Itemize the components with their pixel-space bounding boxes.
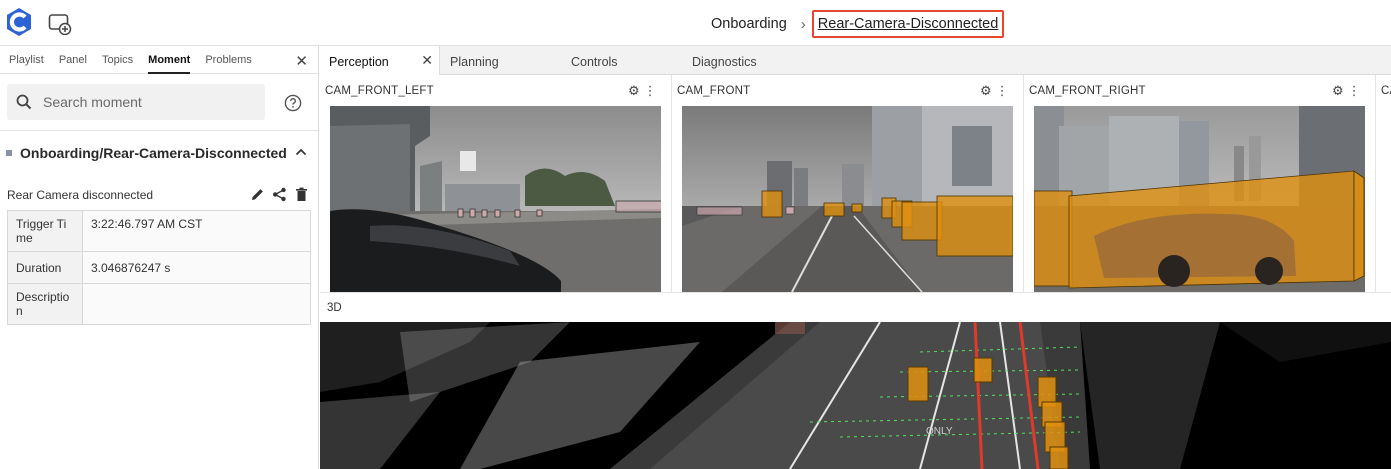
- divider: [0, 130, 318, 131]
- camera-title: CAM_FRONT_LEFT: [325, 85, 434, 97]
- sidebar-tabs: Playlist Panel Topics Moment Problems ✕: [0, 46, 318, 74]
- breadcrumb-onboarding[interactable]: Onboarding: [711, 16, 787, 32]
- camera-panel-truncated: CA: [1376, 75, 1391, 292]
- workspace-tabs: Perception ✕ Planning Controls Diagnosti…: [320, 46, 1391, 75]
- search-icon: [16, 94, 32, 110]
- breadcrumb-separator: ›: [800, 15, 806, 33]
- close-icon[interactable]: ✕: [295, 52, 308, 70]
- app-window: Onboarding › Rear-Camera-Disconnected Pl…: [0, 0, 1391, 469]
- camera-image[interactable]: [1034, 106, 1365, 292]
- breadcrumb-current[interactable]: Rear-Camera-Disconnected: [811, 10, 1005, 38]
- tab-moment[interactable]: Moment: [148, 46, 191, 74]
- chevron-up-icon[interactable]: [295, 147, 307, 157]
- tab-perception[interactable]: Perception ✕: [320, 46, 440, 75]
- moment-name: Rear Camera disconnected: [7, 188, 154, 202]
- tab-playlist[interactable]: Playlist: [9, 46, 44, 73]
- camera-title: CA: [1381, 85, 1391, 97]
- camera-panel-front-right: CAM_FRONT_RIGHT ⚙ ⋮: [1024, 75, 1376, 292]
- edit-icon[interactable]: [250, 187, 265, 202]
- breadcrumb: Onboarding › Rear-Camera-Disconnected: [711, 10, 1005, 38]
- camera-image[interactable]: [682, 106, 1013, 292]
- moment-sidebar: Playlist Panel Topics Moment Problems ✕ …: [0, 46, 319, 469]
- camera-toolbar: ⚙ ⋮: [628, 83, 657, 99]
- workspace: Perception ✕ Planning Controls Diagnosti…: [320, 46, 1391, 469]
- search-box: [7, 84, 265, 120]
- top-bar: Onboarding › Rear-Camera-Disconnected: [0, 0, 1391, 46]
- tab-problems[interactable]: Problems: [205, 46, 251, 73]
- tab-label: Controls: [571, 55, 618, 69]
- group-color-dot: [6, 150, 12, 156]
- tab-label: Diagnostics: [692, 55, 757, 69]
- more-vert-icon[interactable]: ⋮: [644, 83, 657, 99]
- pane-3d-title: 3D: [327, 302, 342, 314]
- moment-properties-table: Trigger Ti me 3:22:46.797 AM CST Duratio…: [7, 210, 311, 325]
- gear-icon[interactable]: ⚙: [1332, 83, 1344, 99]
- moment-actions: [250, 187, 309, 202]
- table-row: Descriptio n: [7, 283, 311, 325]
- road-marking-text: ONLY: [926, 426, 953, 437]
- more-vert-icon[interactable]: ⋮: [996, 83, 1009, 99]
- camera-toolbar: ⚙ ⋮: [980, 83, 1009, 99]
- pane-3d-view[interactable]: ONLY: [320, 322, 1391, 469]
- property-key: Trigger Ti me: [7, 210, 83, 252]
- camera-toolbar: ⚙ ⋮: [1332, 83, 1361, 99]
- tab-label: Planning: [450, 55, 499, 69]
- new-window-icon[interactable]: [48, 13, 72, 35]
- tab-panel[interactable]: Panel: [59, 46, 87, 73]
- tab-diagnostics[interactable]: Diagnostics: [692, 46, 757, 75]
- property-value[interactable]: [82, 283, 311, 325]
- camera-title: CAM_FRONT: [677, 85, 751, 97]
- table-row: Duration 3.046876247 s: [7, 251, 311, 284]
- camera-panel-front: CAM_FRONT ⚙ ⋮: [672, 75, 1024, 292]
- table-row: Trigger Ti me 3:22:46.797 AM CST: [7, 210, 311, 252]
- camera-title: CAM_FRONT_RIGHT: [1029, 85, 1146, 97]
- camera-panel-front-left: CAM_FRONT_LEFT ⚙ ⋮: [320, 75, 672, 292]
- tab-topics[interactable]: Topics: [102, 46, 133, 73]
- help-icon[interactable]: [284, 94, 302, 112]
- logo-icon[interactable]: [3, 6, 35, 38]
- property-value: 3:22:46.797 AM CST: [82, 210, 311, 252]
- tab-label: Perception: [329, 55, 389, 69]
- pane-3d-header: 3D: [320, 292, 1391, 322]
- property-key: Descriptio n: [7, 283, 83, 325]
- moment-group-header[interactable]: Onboarding/Rear-Camera-Disconnected: [0, 142, 318, 164]
- delete-icon[interactable]: [294, 187, 309, 202]
- tab-planning[interactable]: Planning: [450, 46, 499, 75]
- more-vert-icon[interactable]: ⋮: [1348, 83, 1361, 99]
- property-key: Duration: [7, 251, 83, 284]
- property-value: 3.046876247 s: [82, 251, 311, 284]
- gear-icon[interactable]: ⚙: [980, 83, 992, 99]
- camera-image[interactable]: [330, 106, 661, 292]
- close-icon[interactable]: ✕: [421, 52, 433, 69]
- tab-controls[interactable]: Controls: [571, 46, 618, 75]
- group-title: Onboarding/Rear-Camera-Disconnected: [20, 145, 287, 161]
- gear-icon[interactable]: ⚙: [628, 83, 640, 99]
- search-input[interactable]: [43, 94, 243, 110]
- share-icon[interactable]: [272, 187, 287, 202]
